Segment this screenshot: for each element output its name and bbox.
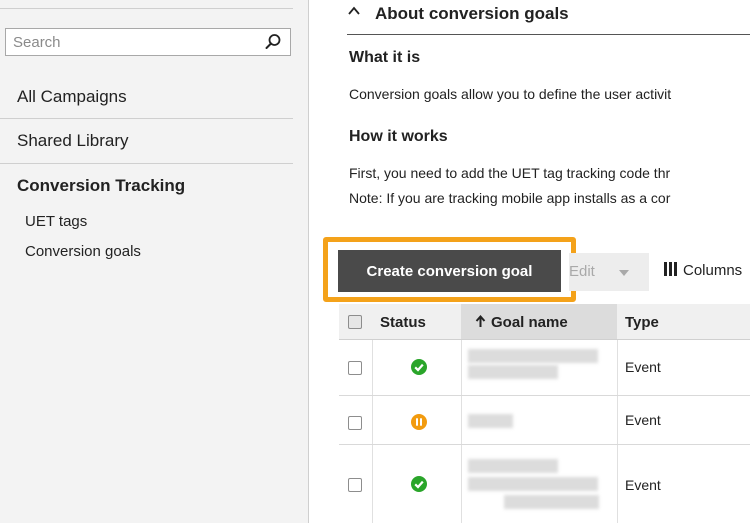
type-cell: Event — [625, 412, 661, 428]
column-divider — [372, 340, 373, 395]
columns-label: Columns — [683, 262, 743, 279]
edit-label: Edit — [569, 263, 595, 280]
column-divider — [617, 396, 618, 444]
what-it-is-text: Conversion goals allow you to define the… — [349, 86, 672, 102]
edit-button[interactable]: Edit — [569, 253, 649, 291]
columns-button[interactable]: Columns — [664, 262, 742, 279]
goal-name-redacted — [468, 477, 598, 491]
row-checkbox[interactable] — [348, 478, 362, 492]
column-divider — [461, 445, 462, 523]
select-all-checkbox[interactable] — [348, 315, 362, 329]
column-divider — [461, 396, 462, 444]
type-cell: Event — [625, 359, 661, 375]
search-input[interactable] — [6, 29, 256, 55]
about-section-header[interactable]: About conversion goals — [347, 0, 750, 35]
goal-name-redacted — [468, 414, 513, 428]
nav-all-campaigns[interactable]: All Campaigns — [17, 87, 127, 107]
arrow-up-icon — [475, 314, 486, 327]
header-type[interactable]: Type — [625, 314, 659, 331]
header-status[interactable]: Status — [380, 314, 426, 331]
columns-icon — [664, 262, 677, 276]
column-divider — [372, 396, 373, 444]
nav-shared-library[interactable]: Shared Library — [17, 131, 129, 151]
row-checkbox[interactable] — [348, 416, 362, 430]
pause-circle-icon — [411, 414, 427, 430]
nav-uet-tags[interactable]: UET tags — [25, 213, 87, 230]
about-title: About conversion goals — [375, 4, 569, 23]
table-row[interactable]: Event — [339, 340, 750, 396]
nav-conversion-tracking[interactable]: Conversion Tracking — [17, 176, 185, 196]
goal-name-redacted — [468, 459, 558, 473]
column-divider — [617, 340, 618, 395]
check-circle-icon — [411, 476, 427, 492]
chevron-up-icon[interactable] — [347, 4, 361, 23]
table-row[interactable]: Event — [339, 396, 750, 445]
goal-name-redacted — [468, 349, 598, 363]
sidebar: All Campaigns Shared Library Conversion … — [0, 0, 309, 523]
divider — [0, 163, 293, 164]
column-divider — [372, 445, 373, 523]
how-it-works-text-1: First, you need to add the UET tag track… — [349, 165, 671, 181]
search-icon[interactable] — [264, 33, 282, 51]
search-box[interactable] — [5, 28, 291, 56]
type-cell: Event — [625, 477, 661, 493]
how-it-works-heading: How it works — [349, 128, 448, 145]
how-it-works-text-2: Note: If you are tracking mobile app ins… — [349, 190, 671, 206]
create-conversion-goal-button[interactable]: Create conversion goal — [338, 250, 561, 292]
check-circle-icon — [411, 359, 427, 375]
header-goal-name[interactable]: Goal name — [475, 314, 568, 331]
row-checkbox[interactable] — [348, 361, 362, 375]
header-goal-name-label: Goal name — [491, 314, 568, 331]
main-content: About conversion goals What it is Conver… — [309, 0, 750, 523]
what-it-is-heading: What it is — [349, 49, 421, 66]
nav-conversion-goals[interactable]: Conversion goals — [25, 243, 141, 260]
divider — [0, 8, 293, 9]
column-divider — [617, 445, 618, 523]
caret-down-icon — [619, 270, 629, 276]
divider — [0, 118, 293, 119]
column-divider — [461, 340, 462, 395]
table-row[interactable]: Event — [339, 445, 750, 523]
table-header: Status Goal name Type — [339, 304, 750, 340]
goal-name-redacted — [468, 365, 558, 379]
goal-name-redacted — [504, 495, 599, 509]
